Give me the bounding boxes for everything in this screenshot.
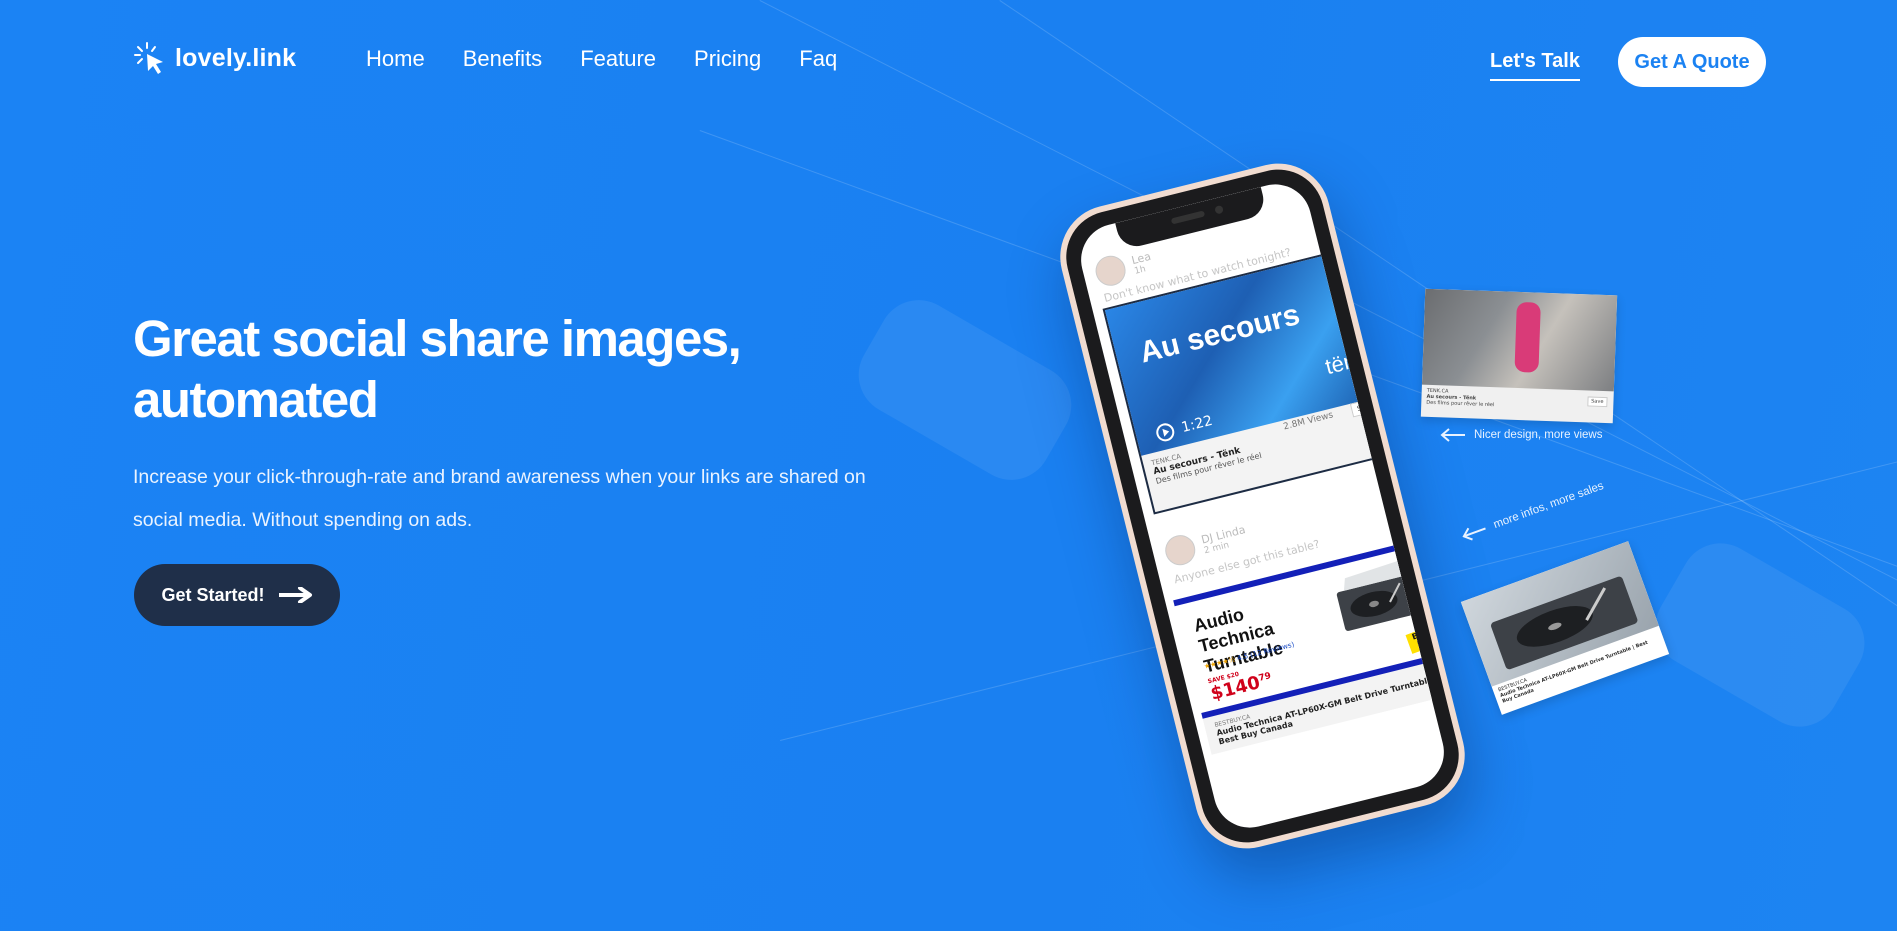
turntable-icon <box>1336 560 1425 631</box>
logo[interactable]: lovely.link <box>133 40 296 76</box>
avatar <box>1092 252 1129 289</box>
share-image-title: Au secours <box>1136 297 1304 370</box>
get-started-button[interactable]: Get Started! <box>134 564 340 626</box>
play-icon[interactable] <box>1154 421 1177 444</box>
nav-benefits[interactable]: Benefits <box>463 46 543 72</box>
share-image-brand: tënk <box>1322 344 1370 380</box>
nav-faq[interactable]: Faq <box>799 46 837 72</box>
lets-talk-link[interactable]: Let's Talk <box>1490 50 1580 81</box>
get-quote-button[interactable]: Get A Quote <box>1618 37 1766 87</box>
hero-subtitle: Increase your click-through-rate and bra… <box>133 466 866 531</box>
avatar <box>1162 532 1199 569</box>
main-nav: Home Benefits Feature Pricing Faq <box>366 46 837 72</box>
decor-shape <box>1640 528 1880 742</box>
video-duration: 1:22 <box>1179 412 1215 436</box>
cursor-click-icon <box>134 42 163 74</box>
label-text: Nicer design, more views <box>1474 429 1603 441</box>
arrow-left-icon <box>1440 428 1465 442</box>
comparison-label-views: Nicer design, more views <box>1440 428 1602 442</box>
hero-title: Great social share images, automated <box>133 310 742 428</box>
comparison-card-plain: TENK.CA Au secours - Tënk Des films pour… <box>1420 288 1618 424</box>
plain-photo <box>1421 288 1618 392</box>
nav-home[interactable]: Home <box>366 46 425 72</box>
nav-feature[interactable]: Feature <box>580 46 656 72</box>
phone-notch <box>1114 187 1268 251</box>
arrow-right-icon <box>278 587 312 603</box>
nav-pricing[interactable]: Pricing <box>694 46 761 72</box>
card-save-button: Save <box>1587 396 1608 408</box>
logo-text: lovely.link <box>175 43 297 72</box>
get-started-label: Get Started! <box>161 584 265 605</box>
